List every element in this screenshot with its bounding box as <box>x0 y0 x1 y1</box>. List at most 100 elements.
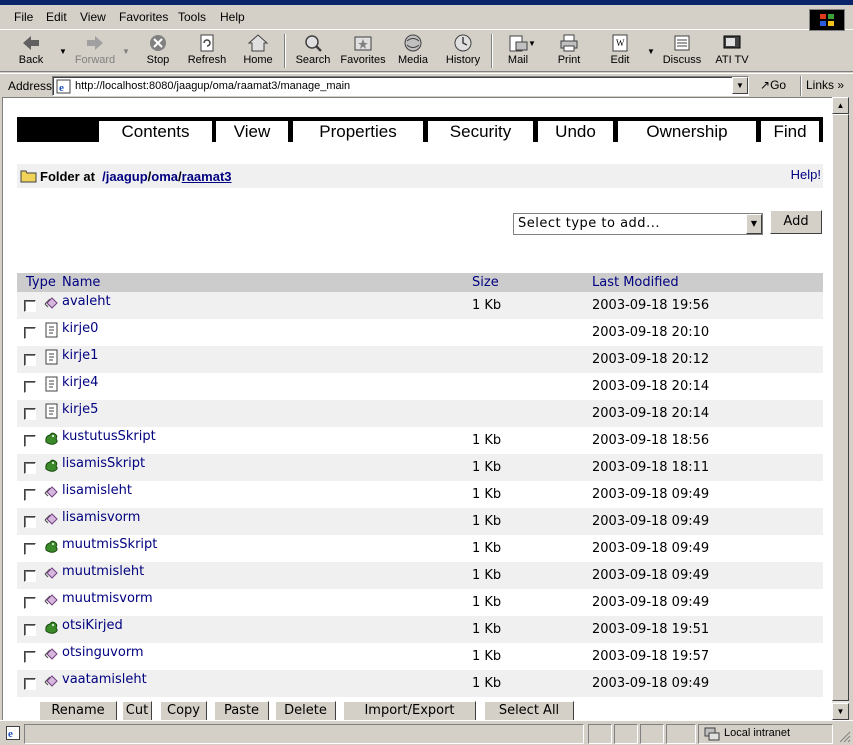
stop-button[interactable]: Stop <box>140 33 176 71</box>
add-type-select[interactable]: Select type to add... ▼ <box>513 213 763 235</box>
row-checkbox[interactable] <box>24 516 36 528</box>
breadcrumb-link-oma[interactable]: oma <box>151 169 178 184</box>
scroll-down-icon[interactable]: ▼ <box>832 703 849 720</box>
column-header-modified[interactable]: Last Modified <box>592 275 679 290</box>
media-button[interactable]: Media <box>394 33 432 71</box>
tab-undo[interactable]: Undo <box>537 120 614 142</box>
item-name-link[interactable]: lisamisvorm <box>62 510 140 525</box>
address-input[interactable]: e http://localhost:8080/jaagup/oma/raama… <box>52 76 749 96</box>
column-header-type[interactable]: Type <box>26 275 56 290</box>
column-header-size[interactable]: Size <box>472 275 499 290</box>
ati-tv-label: ATI TV <box>715 54 749 66</box>
links-button[interactable]: Links » <box>806 78 844 92</box>
discuss-button[interactable]: Discuss <box>660 33 704 71</box>
edit-icon: W <box>612 34 628 52</box>
table-row: kirje0 2003-09-18 20:10 <box>17 319 823 346</box>
paste-button[interactable]: Paste <box>214 701 269 720</box>
row-checkbox[interactable] <box>24 543 36 555</box>
folder-icon <box>20 170 37 183</box>
menu-favorites[interactable]: Favorites <box>119 10 168 24</box>
vertical-scrollbar[interactable]: ▲ ▼ <box>832 97 849 720</box>
add-type-select-value: Select type to add... <box>518 216 660 231</box>
item-name-link[interactable]: kirje0 <box>62 321 98 336</box>
menu-file[interactable]: File <box>14 10 33 24</box>
help-link[interactable]: Help! <box>791 167 821 182</box>
go-label: Go <box>770 78 787 92</box>
select-all-button[interactable]: Select All <box>484 701 574 720</box>
item-name-link[interactable]: vaatamisleht <box>62 672 147 687</box>
tab-properties[interactable]: Properties <box>292 120 424 142</box>
item-modified: 2003-09-18 09:49 <box>592 676 710 691</box>
item-name-link[interactable]: lisamisleht <box>62 483 132 498</box>
import-export-button[interactable]: Import/Export <box>343 701 476 720</box>
table-row: kirje1 2003-09-18 20:12 <box>17 346 823 373</box>
tab-contents[interactable]: Contents <box>98 120 213 142</box>
row-checkbox[interactable] <box>24 570 36 582</box>
item-name-link[interactable]: muutmisleht <box>62 564 144 579</box>
item-name-link[interactable]: muutmisSkript <box>62 537 157 552</box>
history-button[interactable]: History <box>442 33 484 71</box>
item-name-link[interactable]: avaleht <box>62 294 111 309</box>
row-checkbox[interactable] <box>24 435 36 447</box>
row-checkbox[interactable] <box>24 489 36 501</box>
menu-view[interactable]: View <box>80 10 106 24</box>
go-button[interactable]: ↗Go <box>760 78 786 92</box>
forward-button[interactable]: Forward <box>72 33 118 71</box>
resize-grip-icon[interactable] <box>839 731 851 743</box>
history-label: History <box>445 54 481 66</box>
favorites-label: Favorites <box>340 54 386 66</box>
item-name-link[interactable]: otsinguvorm <box>62 645 144 660</box>
refresh-icon <box>200 34 214 52</box>
mail-dropdown-icon[interactable]: ▼ <box>528 39 536 48</box>
ati-tv-button[interactable]: ATI TV <box>712 33 752 71</box>
row-checkbox[interactable] <box>24 651 36 663</box>
scroll-up-icon[interactable]: ▲ <box>832 97 849 114</box>
toolbar-separator <box>800 76 802 96</box>
item-name-link[interactable]: otsiKirjed <box>62 618 123 633</box>
item-name-link[interactable]: kustutusSkript <box>62 429 156 444</box>
row-checkbox[interactable] <box>24 381 36 393</box>
breadcrumb-link-raamat3[interactable]: raamat3 <box>182 169 232 184</box>
row-checkbox[interactable] <box>24 597 36 609</box>
tab-view[interactable]: View <box>215 120 289 142</box>
refresh-button[interactable]: Refresh <box>184 33 230 71</box>
row-checkbox[interactable] <box>24 462 36 474</box>
tab-ownership[interactable]: Ownership <box>617 120 757 142</box>
item-name-link[interactable]: kirje5 <box>62 402 98 417</box>
tab-security[interactable]: Security <box>427 120 534 142</box>
delete-button[interactable]: Delete <box>275 701 336 720</box>
favorites-button[interactable]: Favorites <box>339 33 387 71</box>
column-header-name[interactable]: Name <box>62 275 100 290</box>
print-button[interactable]: Print <box>552 33 586 71</box>
row-checkbox[interactable] <box>24 300 36 312</box>
copy-button[interactable]: Copy <box>160 701 207 720</box>
stop-icon <box>150 35 166 51</box>
item-name-link[interactable]: lisamisSkript <box>62 456 145 471</box>
menu-edit[interactable]: Edit <box>46 10 67 24</box>
chevron-down-icon[interactable]: ▼ <box>746 214 762 234</box>
item-name-link[interactable]: kirje1 <box>62 348 98 363</box>
breadcrumb-link-jaagup[interactable]: /jaagup <box>102 169 148 184</box>
menu-help[interactable]: Help <box>220 10 245 24</box>
back-dropdown-icon[interactable]: ▼ <box>59 47 67 56</box>
back-button[interactable]: Back <box>10 33 52 71</box>
home-button[interactable]: Home <box>238 33 278 71</box>
cut-button[interactable]: Cut <box>122 701 152 720</box>
item-name-link[interactable]: kirje4 <box>62 375 98 390</box>
edit-button[interactable]: W Edit <box>603 33 637 71</box>
address-dropdown-icon[interactable]: ▼ <box>732 77 748 94</box>
rename-button[interactable]: Rename <box>39 701 117 720</box>
edit-dropdown-icon[interactable]: ▼ <box>647 47 655 56</box>
search-button[interactable]: Search <box>292 33 334 71</box>
forward-dropdown-icon[interactable]: ▼ <box>122 47 130 56</box>
row-checkbox[interactable] <box>24 354 36 366</box>
row-checkbox[interactable] <box>24 408 36 420</box>
row-checkbox[interactable] <box>24 678 36 690</box>
menu-tools[interactable]: Tools <box>178 10 206 24</box>
row-checkbox[interactable] <box>24 624 36 636</box>
row-checkbox[interactable] <box>24 327 36 339</box>
scrollbar-thumb[interactable] <box>832 114 849 701</box>
item-name-link[interactable]: muutmisvorm <box>62 591 153 606</box>
add-button[interactable]: Add <box>770 210 822 234</box>
tab-find[interactable]: Find <box>760 120 820 142</box>
